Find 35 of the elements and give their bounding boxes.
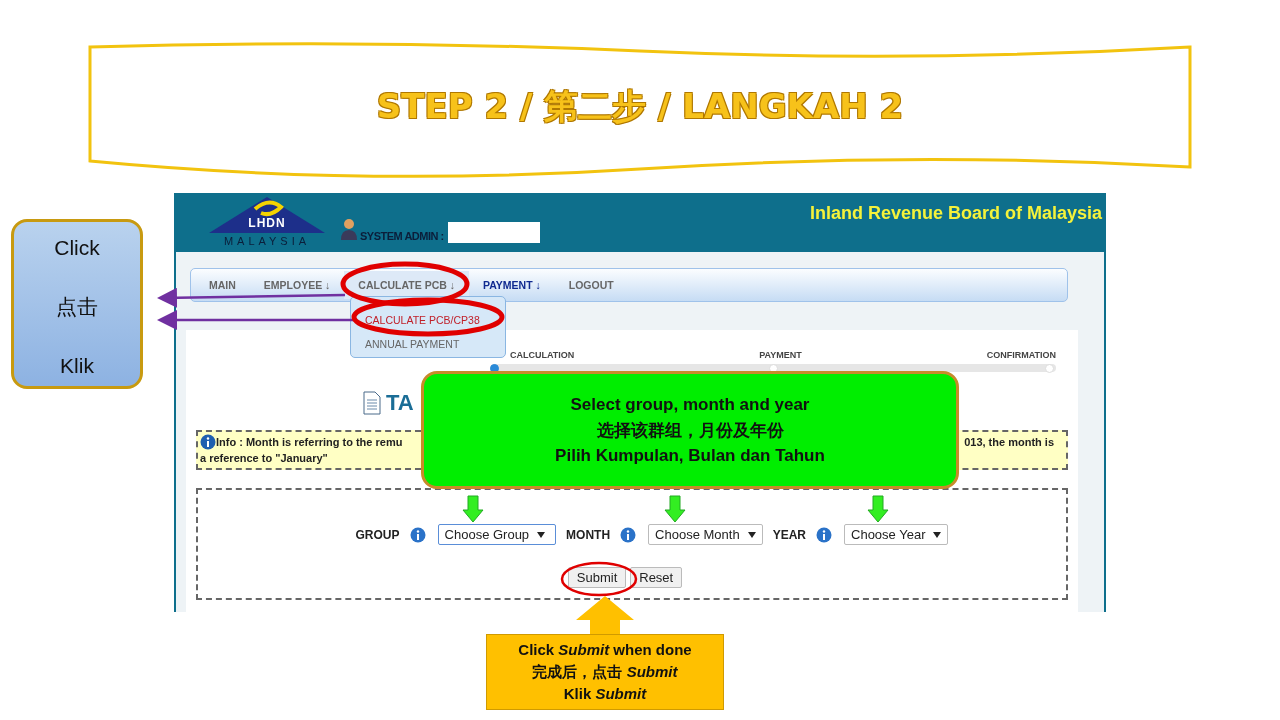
callout-text: Select group, month and year [570,394,810,415]
step-label: CONFIRMATION [986,350,1056,360]
callout-text: 选择该群组，月份及年份 [596,419,784,442]
menu-item[interactable]: CALCULATE PCB/CP38 [365,308,505,332]
select-field[interactable]: Choose Year [844,524,949,545]
menu-item[interactable]: ANNUAL PAYMENT [365,332,505,356]
callout-text: Klik Submit [563,684,647,704]
user-label: SYSTEM ADMIN : [360,230,444,242]
submit-button[interactable]: Submit [567,567,627,588]
nav-menu-item[interactable]: EMPLOYEE ↓ [249,271,345,299]
nav-menu-item[interactable]: MAIN [195,271,250,299]
info-text: 013, the month is [964,435,1054,450]
field-label: GROUP [355,527,400,542]
field-label: YEAR [772,527,806,542]
organization-name: Inland Revenue Board of Malaysia [809,203,1102,224]
slide-title: STEP 2 / 第二步 / LANGKAH 2 [376,85,904,128]
info-text: Info : Month is referring to the remu [216,435,403,450]
nav-menu-item[interactable]: PAYMENT ↓ [469,271,555,299]
select-field[interactable]: Choose Month [648,524,763,545]
nav-menu-item[interactable]: LOGOUT [554,271,628,299]
logo-country: MALAYSIA [223,235,311,248]
callout-text: Pilih Kumpulan, Bulan dan Tahun [555,445,825,466]
callout-text: 完成后，点击 Submit [532,662,678,682]
callout-text: 点击 [56,294,98,320]
callout-text: Click Submit when done [518,640,692,660]
step-label: CALCULATION [510,350,575,360]
callout-text: Click [54,236,100,260]
page-heading: TA [386,390,414,416]
callout-text: Klik [60,354,94,378]
select-field[interactable]: Choose Group [437,524,557,545]
info-text: a reference to "January" [200,451,328,466]
reset-button[interactable]: Reset [630,567,683,588]
logo-text: LHDN [247,216,287,230]
field-label: MONTH [566,527,611,542]
step-label: PAYMENT [759,350,802,360]
